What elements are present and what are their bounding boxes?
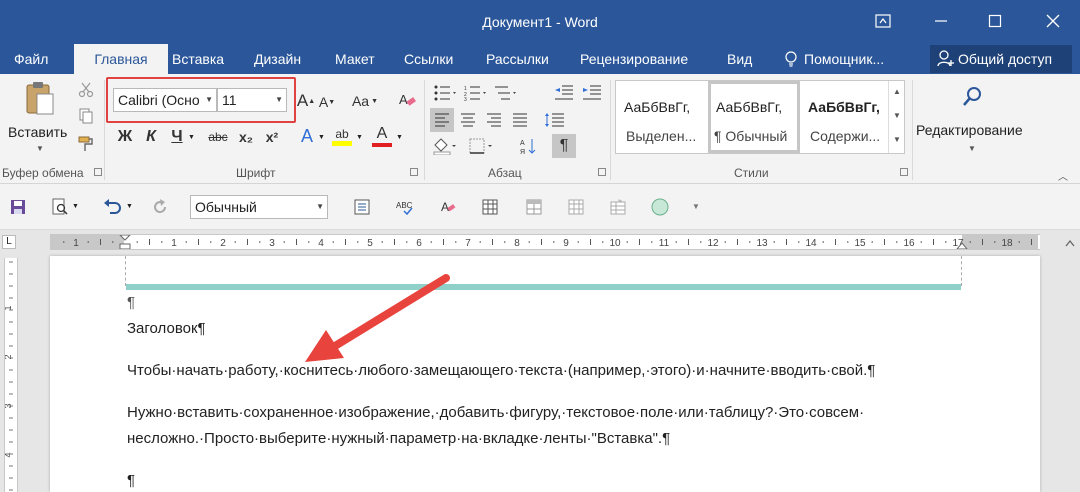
annotation-arrow <box>305 274 450 362</box>
